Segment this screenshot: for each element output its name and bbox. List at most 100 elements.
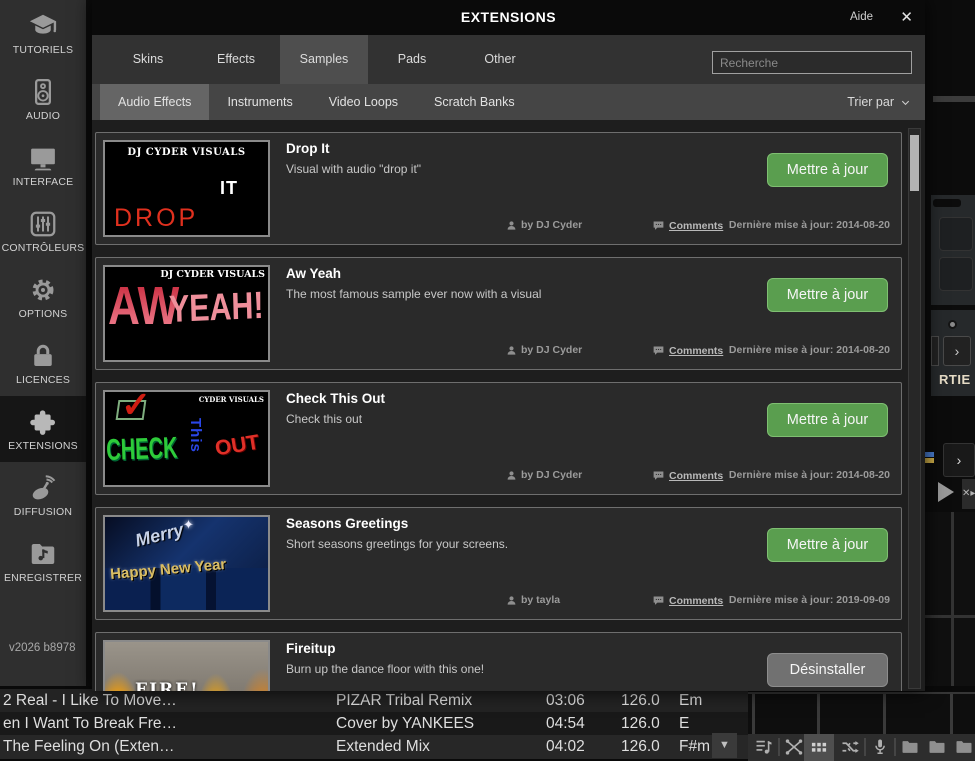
subtab-bar: Audio Effects Instruments Video Loops Sc… [92,84,925,120]
chevron-right-icon[interactable]: › [943,336,971,366]
comments-label: Comments [669,220,723,232]
uninstall-button[interactable]: Désinstaller [767,653,888,687]
extension-title: Aw Yeah [286,266,341,281]
comments-link[interactable]: Comments [652,469,723,482]
sort-label: Trier par [847,84,894,120]
play-icon[interactable] [938,482,954,502]
broadcast-icon [28,473,58,503]
deck-panel-output: › RTIE [931,310,975,396]
update-button[interactable]: Mettre à jour [767,153,888,187]
thumb-star: ✦ [183,517,194,533]
folder-music-icon [28,539,58,569]
tab-samples[interactable]: Samples [280,35,368,84]
track-key: Em [679,689,702,712]
thumb-text: YEAH! [168,285,264,332]
tab-other[interactable]: Other [456,35,544,84]
skip-next-icon[interactable]: ✕▸ [962,479,975,509]
last-updated: Dernière mise à jour: 2019-09-09 [729,594,890,606]
comments-link[interactable]: Comments [652,594,723,607]
track-key: E [679,712,689,735]
dialog-title: EXTENSIONS [92,0,925,35]
folder-icon[interactable] [900,737,920,757]
update-button[interactable]: Mettre à jour [767,278,888,312]
sidebar-item-controleurs[interactable]: CONTRÔLEURS [0,198,86,264]
sidebar-item-interface[interactable]: INTERFACE [0,132,86,198]
track-time: 04:54 [546,712,585,735]
comments-label: Comments [669,470,723,482]
thumb-text: Happy New Year [109,556,226,583]
tab-effects[interactable]: Effects [192,35,280,84]
track-remix: Extended Mix [336,735,430,758]
deck-button[interactable] [939,257,973,291]
comments-label: Comments [669,595,723,607]
version-label: v2026 b8978 [9,642,76,654]
comments-label: Comments [669,345,723,357]
sidebar-item-options[interactable]: OPTIONS [0,264,86,330]
extension-description: Visual with audio "drop it" [286,162,421,176]
tab-pads[interactable]: Pads [368,35,456,84]
person-icon [506,470,517,481]
thumb-brand: CYDER VISUALS [199,395,264,404]
update-button[interactable]: Mettre à jour [767,528,888,562]
scroll-down-icon[interactable]: ▼ [712,733,737,758]
extension-description: Burn up the dance floor with this one! [286,662,484,676]
sidebar-item-label: CONTRÔLEURS [2,242,85,254]
playlist: 2 Real - I Like To Move… PIZAR Tribal Re… [0,686,748,761]
grid-icon[interactable] [809,737,829,757]
comments-link[interactable]: Comments [652,219,723,232]
folder-icon[interactable] [954,737,974,757]
sidebar-item-extensions[interactable]: EXTENSIONS [0,396,86,462]
extension-title: Drop It [286,141,330,156]
deck-button-partial[interactable] [931,336,939,366]
automix-cross-icon[interactable] [784,737,804,757]
folder-icon[interactable] [927,737,947,757]
extensions-list: DJ CYDER VISUALS IT DROP Drop It Visual … [92,120,906,691]
sidebar-item-licences[interactable]: LICENCES [0,330,86,396]
subtab-audio-effects[interactable]: Audio Effects [100,84,209,120]
extension-description: The most famous sample ever now with a v… [286,287,541,301]
author: by DJ Cyder [506,344,582,356]
chevron-right-button[interactable]: › [943,443,975,477]
person-icon [506,345,517,356]
playlist-row[interactable]: en I Want To Break Fre… Cover by YANKEES… [0,712,748,735]
sidebar-item-enregistrer[interactable]: ENREGISTRER [0,528,86,594]
sort-dropdown[interactable]: Trier par [847,84,911,120]
sidebar-item-audio[interactable]: AUDIO [0,66,86,132]
comments-link[interactable]: Comments [652,344,723,357]
track-remix: Cover by YANKEES [336,712,474,735]
playlist-row[interactable]: The Feeling On (Exten… Extended Mix 04:0… [0,735,748,759]
subtab-video-loops[interactable]: Video Loops [311,84,416,120]
extension-item: DJ CYDER VISUALS IT DROP Drop It Visual … [95,132,902,245]
scrollbar-track[interactable] [908,128,921,689]
deck-button[interactable] [939,217,973,251]
scrollbar-thumb[interactable] [910,135,919,191]
sidebar-item-tutoriels[interactable]: TUTORIELS [0,0,86,66]
deck-divider [933,96,975,102]
update-button[interactable]: Mettre à jour [767,403,888,437]
comment-bubble-icon [652,469,665,482]
author-label: by tayla [521,594,560,606]
playlist-row[interactable]: 2 Real - I Like To Move… PIZAR Tribal Re… [0,689,748,712]
close-icon[interactable]: ✕ [900,0,913,35]
author: by DJ Cyder [506,219,582,231]
track-remix: PIZAR Tribal Remix [336,689,472,712]
microphone-icon[interactable] [870,737,890,757]
bottom-toolbar [748,734,975,761]
track-key: F#m [679,735,710,758]
graduation-cap-icon [28,11,58,41]
help-button[interactable]: Aide [850,0,873,35]
comment-bubble-icon [652,344,665,357]
speaker-icon [28,77,58,107]
sidebar-item-diffusion[interactable]: DIFFUSION [0,462,86,528]
subtab-scratch-banks[interactable]: Scratch Banks [416,84,533,120]
playlist-note-icon[interactable] [754,737,774,757]
track-title: 2 Real - I Like To Move… [3,689,177,712]
shuffle-icon[interactable] [840,737,860,757]
tab-skins[interactable]: Skins [104,35,192,84]
deck-display-pill [933,199,961,207]
comment-bubble-icon [652,219,665,232]
search-input[interactable] [712,51,912,74]
subtab-instruments[interactable]: Instruments [209,84,310,120]
extension-thumbnail: FIRE! [103,640,270,691]
extension-title: Check This Out [286,391,385,406]
